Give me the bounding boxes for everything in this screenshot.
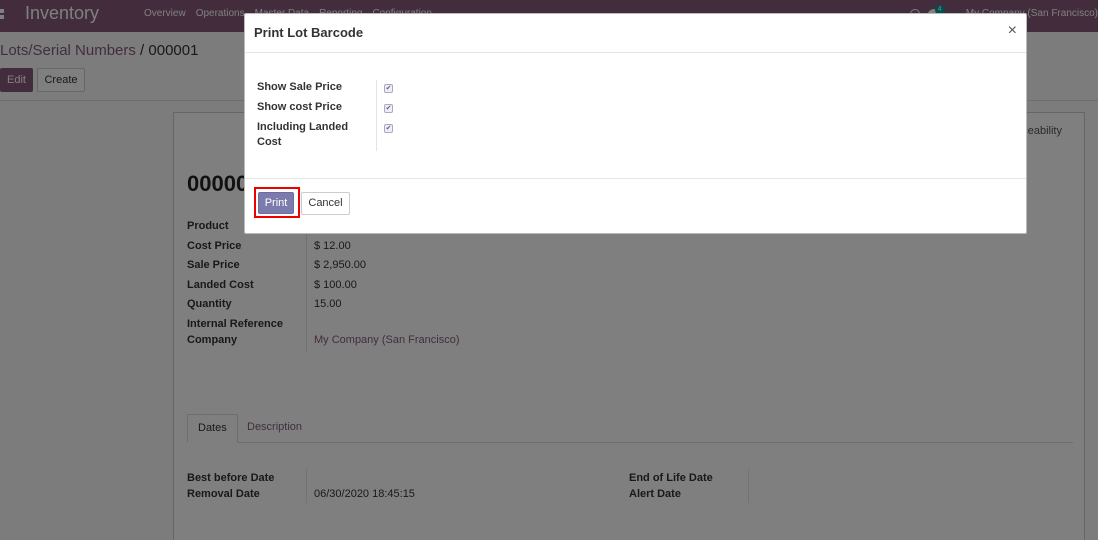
option-separator <box>376 80 377 151</box>
option-label-including-landed-cost: Including Landed Cost <box>257 121 349 148</box>
print-lot-barcode-dialog: Print Lot Barcode × Show Sale Price ✔ Sh… <box>244 13 1027 234</box>
including-landed-cost-checkbox[interactable]: ✔ <box>384 124 393 133</box>
modal-body: Show Sale Price ✔ Show cost Price ✔ Incl… <box>245 53 1026 179</box>
modal-header: Print Lot Barcode × <box>245 14 1026 53</box>
show-cost-price-checkbox[interactable]: ✔ <box>384 104 393 113</box>
show-sale-price-checkbox[interactable]: ✔ <box>384 84 393 93</box>
option-label-show-sale-price: Show Sale Price <box>257 81 342 93</box>
close-icon[interactable]: × <box>1008 23 1017 39</box>
option-label-show-cost-price: Show cost Price <box>257 101 342 113</box>
modal-footer: Print Cancel <box>245 178 1026 235</box>
print-button[interactable]: Print <box>258 192 294 214</box>
cancel-button[interactable]: Cancel <box>301 192 350 215</box>
modal-title: Print Lot Barcode <box>254 25 364 40</box>
